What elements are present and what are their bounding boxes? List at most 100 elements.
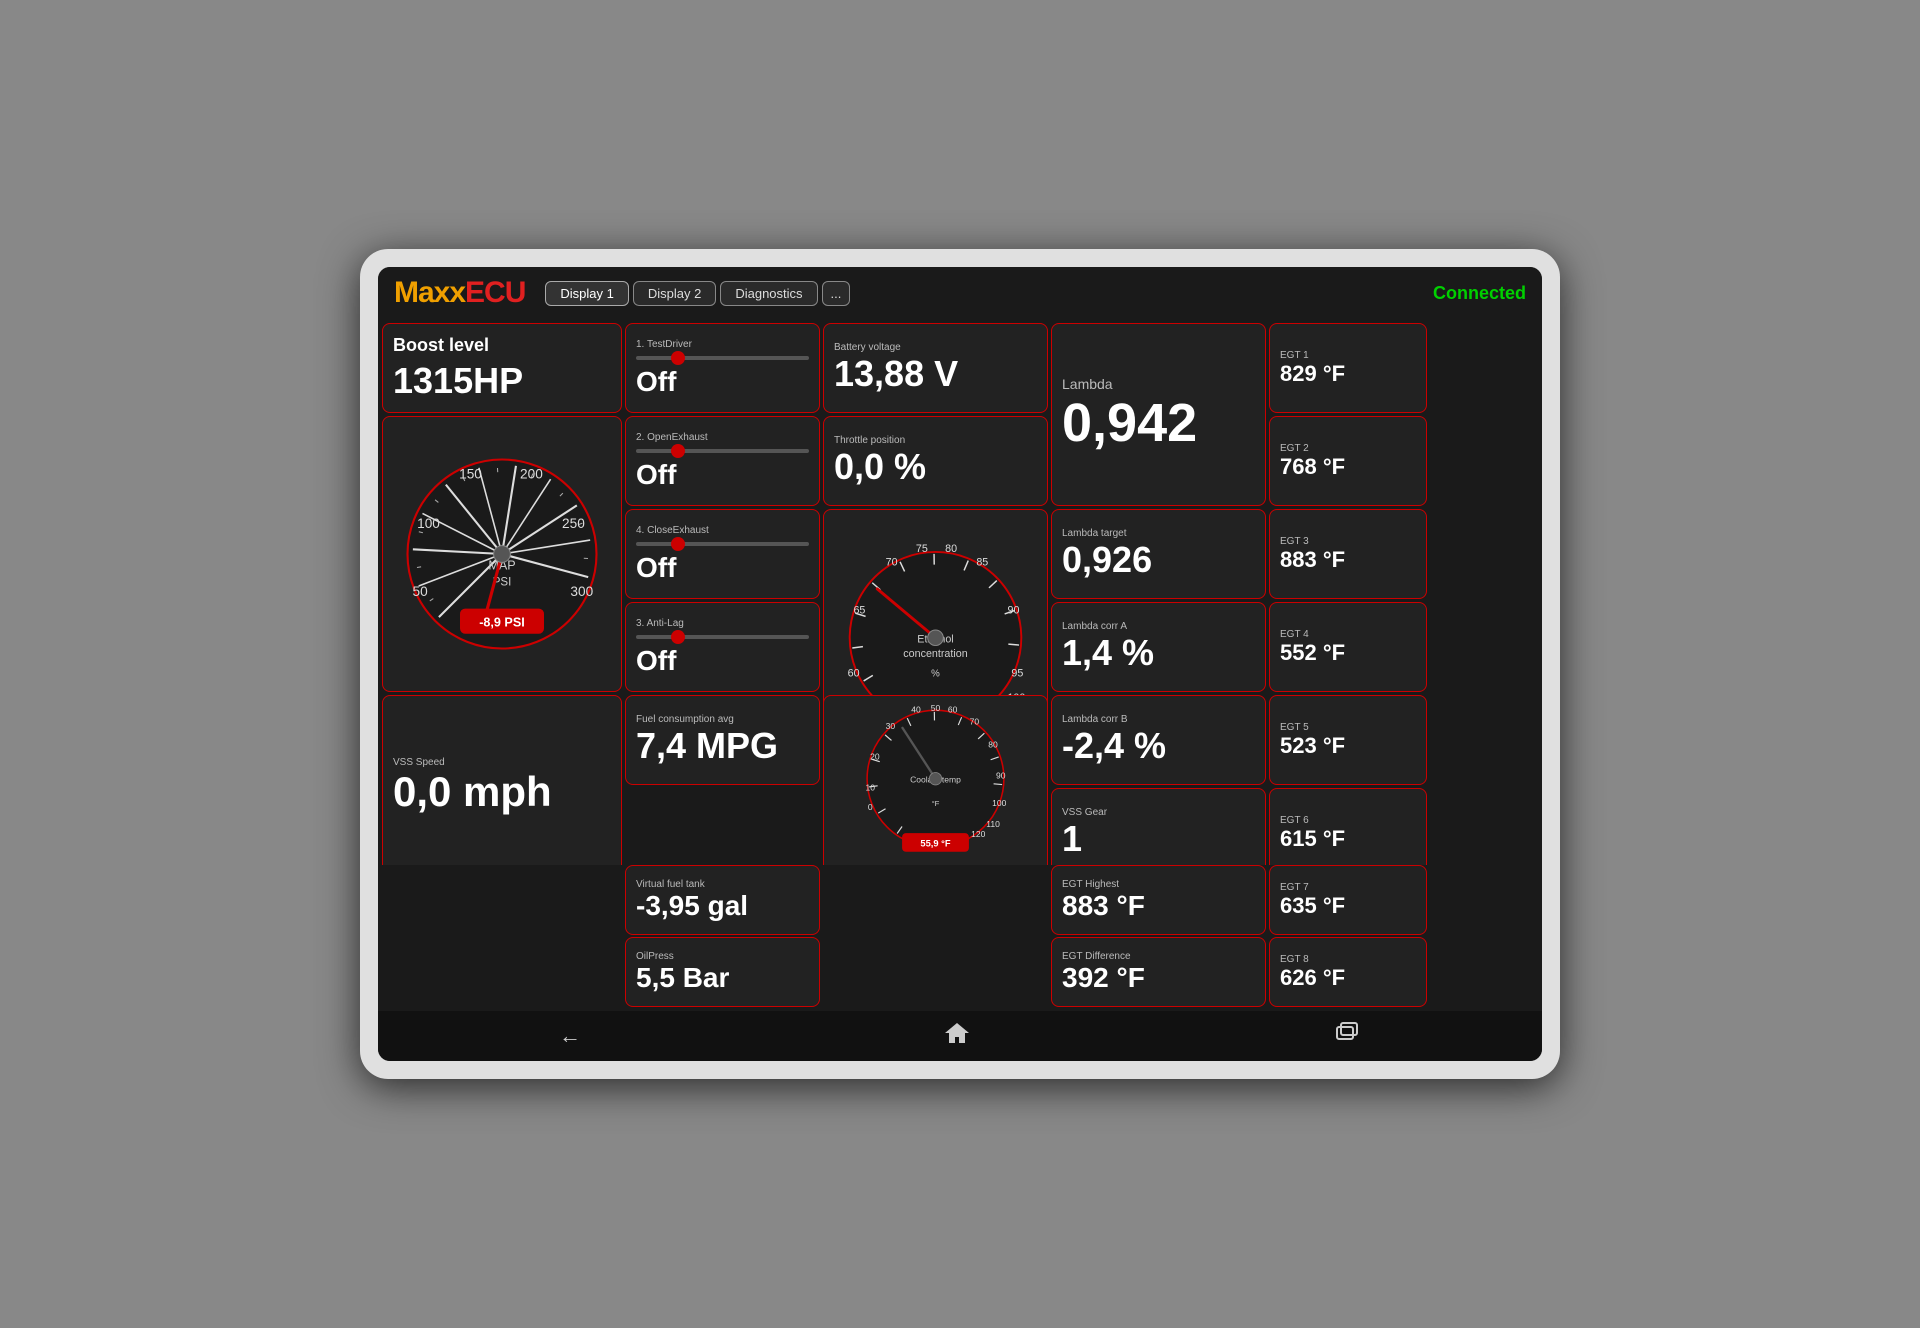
egt-diff-card: EGT Difference 392 °F	[1051, 937, 1266, 1007]
toggle-dot-2	[671, 444, 685, 458]
oil-press-card: OilPress 5,5 Bar	[625, 937, 820, 1007]
tab-display2[interactable]: Display 2	[633, 281, 716, 306]
extra-row: Virtual fuel tank -3,95 gal EGT Highest …	[378, 865, 1542, 937]
egt7-card: EGT 7 635 °F	[1269, 865, 1427, 935]
close-exhaust-value: Off	[636, 552, 809, 584]
fuel-avg-value: 7,4 MPG	[636, 725, 809, 767]
egt2-label: EGT 2	[1280, 443, 1416, 454]
egt2-card: EGT 2 768 °F	[1269, 416, 1427, 506]
extra-row-2: OilPress 5,5 Bar EGT Difference 392 °F E…	[378, 937, 1542, 1011]
egt5-label: EGT 5	[1280, 722, 1416, 733]
egt-diff-value: 392 °F	[1062, 962, 1255, 994]
boost-level-card: Boost level 1315HP	[382, 323, 622, 413]
svg-text:300: 300	[570, 584, 593, 599]
battery-card: Battery voltage 13,88 V	[823, 323, 1048, 413]
open-exhaust-label: 2. OpenExhaust	[636, 432, 809, 443]
lambda-corr-b-label: Lambda corr B	[1062, 714, 1255, 725]
toggle-dot	[671, 351, 685, 365]
egt7-label: EGT 7	[1280, 882, 1416, 893]
anti-lag-value: Off	[636, 645, 809, 677]
open-exhaust-toggle	[636, 443, 809, 459]
egt4-value: 552 °F	[1280, 640, 1416, 666]
tab-display1[interactable]: Display 1	[545, 281, 628, 306]
tab-bar: Display 1 Display 2 Diagnostics ...	[545, 281, 850, 306]
egt4-label: EGT 4	[1280, 629, 1416, 640]
home-button[interactable]	[943, 1019, 971, 1053]
egt-diff-label: EGT Difference	[1062, 951, 1255, 962]
map-gauge-svg: 50 100 150 200 250 300 MAP PSI -8,9 PSI	[397, 449, 607, 659]
egt8-value: 626 °F	[1280, 965, 1416, 991]
anti-lag-toggle	[636, 629, 809, 645]
egt8-card: EGT 8 626 °F	[1269, 937, 1427, 1007]
egt5-card: EGT 5 523 °F	[1269, 695, 1427, 785]
open-exhaust-card: 2. OpenExhaust Off	[625, 416, 820, 506]
svg-text:250: 250	[562, 516, 585, 531]
oil-press-value: 5,5 Bar	[636, 962, 809, 994]
oil-press-label: OilPress	[636, 951, 809, 962]
svg-text:60: 60	[948, 705, 958, 715]
toggle-track	[636, 356, 809, 360]
close-exhaust-toggle	[636, 536, 809, 552]
egt3-value: 883 °F	[1280, 547, 1416, 573]
logo-ecu: ECU	[465, 276, 525, 309]
tab-diagnostics[interactable]: Diagnostics	[720, 281, 817, 306]
svg-text:100: 100	[992, 798, 1006, 808]
svg-text:80: 80	[988, 740, 998, 750]
vss-gear-value: 1	[1062, 818, 1255, 860]
lambda-target-label: Lambda target	[1062, 528, 1255, 539]
svg-text:50: 50	[413, 584, 429, 599]
svg-text:90: 90	[996, 771, 1006, 781]
egt-highest-label: EGT Highest	[1062, 879, 1255, 890]
open-exhaust-value: Off	[636, 459, 809, 491]
egt1-label: EGT 1	[1280, 350, 1416, 361]
egt8-label: EGT 8	[1280, 954, 1416, 965]
boost-label: Boost level	[393, 335, 611, 356]
lambda-card: Lambda 0,942	[1051, 323, 1266, 506]
close-exhaust-card: 4. CloseExhaust Off	[625, 509, 820, 599]
logo-maxx: Maxx	[394, 276, 465, 309]
throttle-value: 0,0 %	[834, 446, 1037, 488]
svg-text:10: 10	[865, 782, 875, 792]
svg-text:55,9 °F: 55,9 °F	[920, 838, 950, 848]
lambda-corr-a-value: 1,4 %	[1062, 632, 1255, 674]
back-button[interactable]: ←	[559, 1023, 581, 1049]
egt1-value: 829 °F	[1280, 361, 1416, 387]
recent-button[interactable]	[1333, 1019, 1361, 1053]
vss-speed-card: VSS Speed 0,0 mph	[382, 695, 622, 865]
svg-text:100: 100	[417, 516, 440, 531]
coolant-gauge-svg: 0 10 20 30 40 50 60 70 80 90 100 110 120…	[838, 701, 1033, 865]
vss-speed-value: 0,0 mph	[393, 768, 611, 816]
egt5-value: 523 °F	[1280, 733, 1416, 759]
battery-value: 13,88 V	[834, 353, 1037, 395]
svg-text:65: 65	[853, 604, 865, 616]
tablet-frame: MaxxECU Display 1 Display 2 Diagnostics …	[360, 249, 1560, 1079]
toggle-track-4	[636, 635, 809, 639]
svg-text:°F: °F	[932, 799, 940, 808]
svg-text:90: 90	[1008, 604, 1020, 616]
svg-text:80: 80	[945, 542, 957, 554]
svg-text:70: 70	[970, 716, 980, 726]
vss-gear-label: VSS Gear	[1062, 807, 1255, 818]
egt6-value: 615 °F	[1280, 826, 1416, 852]
tab-more[interactable]: ...	[822, 281, 851, 306]
lambda-value: 0,942	[1062, 392, 1255, 454]
app-logo: MaxxECU	[394, 276, 525, 310]
boost-value: 1315HP	[393, 360, 611, 402]
test-driver-value: Off	[636, 366, 809, 398]
egt6-card: EGT 6 615 °F	[1269, 788, 1427, 865]
virtual-tank-value: -3,95 gal	[636, 890, 809, 922]
svg-text:40: 40	[911, 705, 921, 715]
svg-text:110: 110	[986, 819, 1000, 829]
toggle-dot-4	[671, 630, 685, 644]
egt1-card: EGT 1 829 °F	[1269, 323, 1427, 413]
vss-speed-label: VSS Speed	[393, 757, 611, 768]
egt-highest-value: 883 °F	[1062, 890, 1255, 922]
lambda-label: Lambda	[1062, 376, 1255, 392]
throttle-card: Throttle position 0,0 %	[823, 416, 1048, 506]
dashboard: Boost level 1315HP	[378, 319, 1542, 865]
virtual-tank-label: Virtual fuel tank	[636, 879, 809, 890]
coolant-gauge-card: 0 10 20 30 40 50 60 70 80 90 100 110 120…	[823, 695, 1048, 865]
egt6-label: EGT 6	[1280, 815, 1416, 826]
anti-lag-card: 3. Anti-Lag Off	[625, 602, 820, 692]
toggle-track-3	[636, 542, 809, 546]
